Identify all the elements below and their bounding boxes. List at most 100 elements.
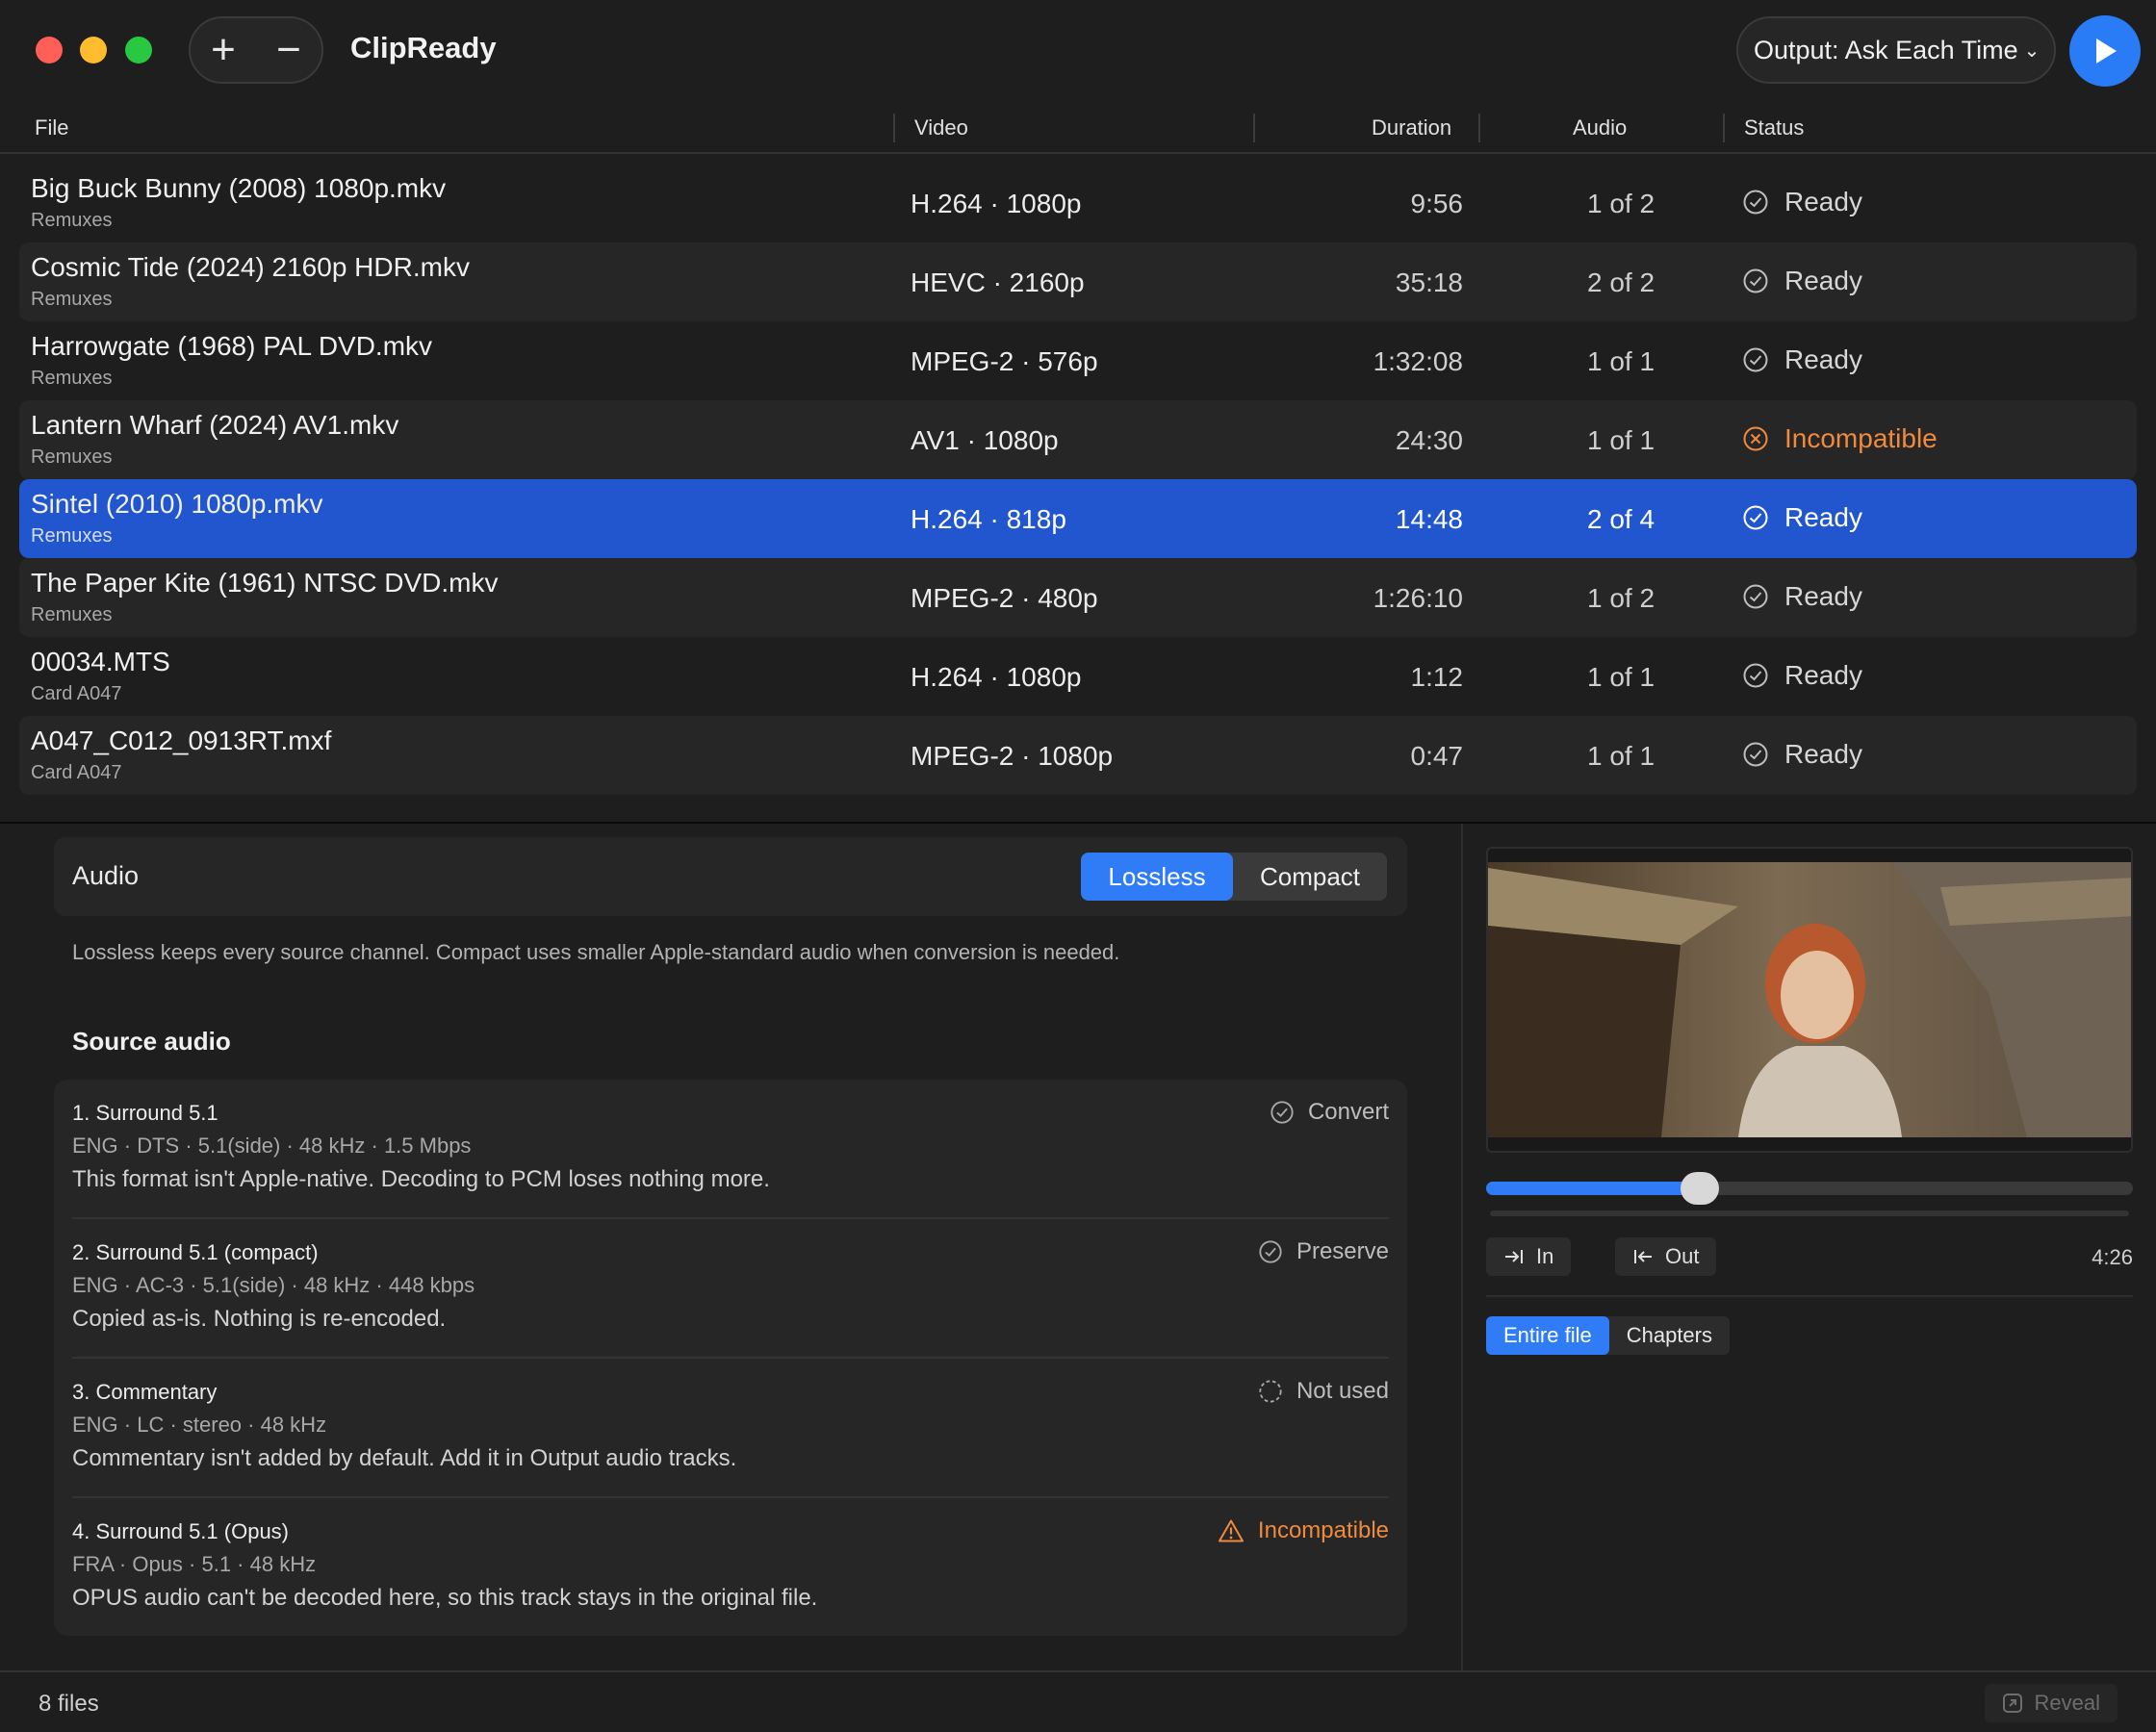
duration: 35:18 [1395, 267, 1463, 297]
add-file-button[interactable]: + [191, 18, 256, 82]
track-description: Copied as-is. Nothing is re-encoded. [72, 1306, 447, 1332]
file-name: Cosmic Tide (2024) 2160p HDR.mkv [31, 252, 470, 282]
file-name: A047_C012_0913RT.mxf [31, 726, 332, 755]
add-remove-group: + − [189, 16, 323, 84]
set-out-button[interactable]: Out [1615, 1237, 1717, 1276]
column-divider[interactable] [893, 114, 895, 142]
remove-file-button[interactable]: − [256, 18, 321, 82]
duration: 1:12 [1410, 662, 1464, 692]
track-action[interactable]: Preserve [1258, 1238, 1389, 1265]
out-label: Out [1665, 1244, 1700, 1268]
audio-count: 1 of 1 [1586, 425, 1656, 455]
file-folder: Remuxes [31, 210, 113, 231]
file-table-header: File Video Duration Audio Status [0, 102, 2156, 154]
column-divider[interactable] [1478, 114, 1480, 142]
column-header-file[interactable]: File [35, 115, 68, 140]
status-text: Ready [1784, 660, 1862, 690]
warning-triangle-icon [1218, 1519, 1244, 1542]
video-frame-image [1488, 849, 2131, 1151]
list-item[interactable]: 3. Commentary ENG · LC · stereo · 48 kHz… [72, 1359, 1389, 1498]
dashed-circle-icon [1259, 1380, 1282, 1403]
check-circle-icon [1743, 663, 1768, 688]
duration: 9:56 [1410, 189, 1464, 218]
track-description: This format isn't Apple-native. Decoding… [72, 1166, 770, 1192]
chevron-down-icon: ⌄ [2023, 39, 2040, 62]
track-meta: ENG · DTS · 5.1(side) · 48 kHz · 1.5 Mbp… [72, 1133, 472, 1158]
table-row[interactable]: The Paper Kite (1961) NTSC DVD.mkv Remux… [19, 558, 2137, 637]
status-text: Ready [1784, 739, 1862, 769]
track-action-label: Convert [1307, 1099, 1389, 1125]
in-label: In [1536, 1244, 1554, 1268]
lossless-segment[interactable]: Lossless [1081, 853, 1233, 901]
check-circle-icon [1743, 742, 1768, 767]
table-row[interactable]: Lantern Wharf (2024) AV1.mkv Remuxes AV1… [19, 400, 2137, 479]
list-item[interactable]: 4. Surround 5.1 (Opus) FRA · Opus · 5.1 … [72, 1498, 1389, 1638]
status-badge: Ready [1742, 660, 1862, 691]
scrubber-knob[interactable] [1681, 1172, 1719, 1205]
audio-count: 1 of 2 [1586, 583, 1656, 613]
file-name: Lantern Wharf (2024) AV1.mkv [31, 410, 399, 440]
video-info: AV1 · 1080p [911, 425, 1059, 455]
reveal-label: Reveal [2034, 1691, 2100, 1715]
status-badge: Ready [1742, 266, 1862, 296]
set-in-button[interactable]: In [1486, 1237, 1572, 1276]
track-action[interactable]: Not used [1258, 1378, 1389, 1405]
source-audio-list: 1. Surround 5.1 ENG · DTS · 5.1(side) · … [54, 1080, 1407, 1636]
status-badge: Ready [1742, 502, 1862, 533]
column-header-duration[interactable]: Duration [1372, 115, 1451, 140]
check-circle-icon [1743, 347, 1768, 372]
status-badge: Ready [1742, 187, 1862, 217]
table-row-selected[interactable]: Sintel (2010) 1080p.mkv Remuxes H.264 · … [19, 479, 2137, 558]
check-circle-icon [1259, 1240, 1282, 1263]
list-item[interactable]: 2. Surround 5.1 (compact) ENG · AC-3 · 5… [72, 1219, 1389, 1359]
track-description: Commentary isn't added by default. Add i… [72, 1445, 737, 1471]
output-destination-popup[interactable]: Output: Ask Each Time ⌄ [1736, 16, 2056, 84]
file-folder: Remuxes [31, 525, 113, 547]
video-info: MPEG-2 · 576p [911, 346, 1098, 376]
video-info: H.264 · 1080p [911, 189, 1082, 218]
table-row[interactable]: 00034.MTS Card A047 H.264 · 1080p 1:12 1… [19, 637, 2137, 716]
close-window-button[interactable] [36, 37, 63, 64]
track-action[interactable]: Incompatible [1218, 1517, 1389, 1544]
panel-divider [1461, 824, 1463, 1670]
status-text: Ready [1784, 187, 1862, 216]
track-meta: ENG · LC · stereo · 48 kHz [72, 1413, 327, 1437]
output-destination-label: Output: Ask Each Time [1754, 35, 2018, 64]
audio-count: 2 of 4 [1586, 504, 1656, 534]
column-header-video[interactable]: Video [914, 115, 968, 140]
compact-segment[interactable]: Compact [1233, 853, 1387, 901]
chapters-segment[interactable]: Chapters [1609, 1316, 1730, 1355]
duration: 0:47 [1410, 741, 1464, 771]
minimize-window-button[interactable] [80, 37, 107, 64]
audio-count: 1 of 2 [1586, 189, 1656, 218]
audio-count: 1 of 1 [1586, 662, 1656, 692]
audio-mode-segmented-control: Lossless Compact [1081, 853, 1387, 901]
split-view-divider[interactable] [0, 822, 2156, 824]
status-text: Ready [1784, 266, 1862, 295]
arrow-to-right-bar-icon [1505, 1250, 1523, 1263]
status-text: Ready [1784, 502, 1862, 532]
track-action[interactable]: Convert [1270, 1099, 1389, 1126]
column-divider[interactable] [1723, 114, 1725, 142]
scrubber-slider[interactable] [1486, 1172, 2133, 1205]
column-divider[interactable] [1253, 114, 1255, 142]
duration: 14:48 [1395, 504, 1463, 534]
column-header-status[interactable]: Status [1744, 115, 1804, 140]
column-header-audio[interactable]: Audio [1573, 115, 1627, 140]
table-row[interactable]: Cosmic Tide (2024) 2160p HDR.mkv Remuxes… [19, 242, 2137, 321]
zoom-window-button[interactable] [125, 37, 152, 64]
entire-file-segment[interactable]: Entire file [1486, 1316, 1609, 1355]
table-row[interactable]: A047_C012_0913RT.mxf Card A047 MPEG-2 · … [19, 716, 2137, 795]
list-item[interactable]: 1. Surround 5.1 ENG · DTS · 5.1(side) · … [72, 1080, 1389, 1219]
status-badge: Incompatible [1742, 423, 1938, 454]
start-button[interactable] [2069, 15, 2141, 87]
status-badge: Ready [1742, 581, 1862, 612]
play-icon [2096, 38, 2117, 64]
table-row[interactable]: Harrowgate (1968) PAL DVD.mkv Remuxes MP… [19, 321, 2137, 400]
video-info: MPEG-2 · 480p [911, 583, 1098, 613]
table-row[interactable]: Big Buck Bunny (2008) 1080p.mkv Remuxes … [19, 164, 2137, 242]
track-name: 2. Surround 5.1 (compact) [72, 1240, 319, 1264]
track-name: 4. Surround 5.1 (Opus) [72, 1519, 290, 1543]
status-badge: Ready [1742, 344, 1862, 375]
reveal-button[interactable]: Reveal [1984, 1684, 2118, 1722]
